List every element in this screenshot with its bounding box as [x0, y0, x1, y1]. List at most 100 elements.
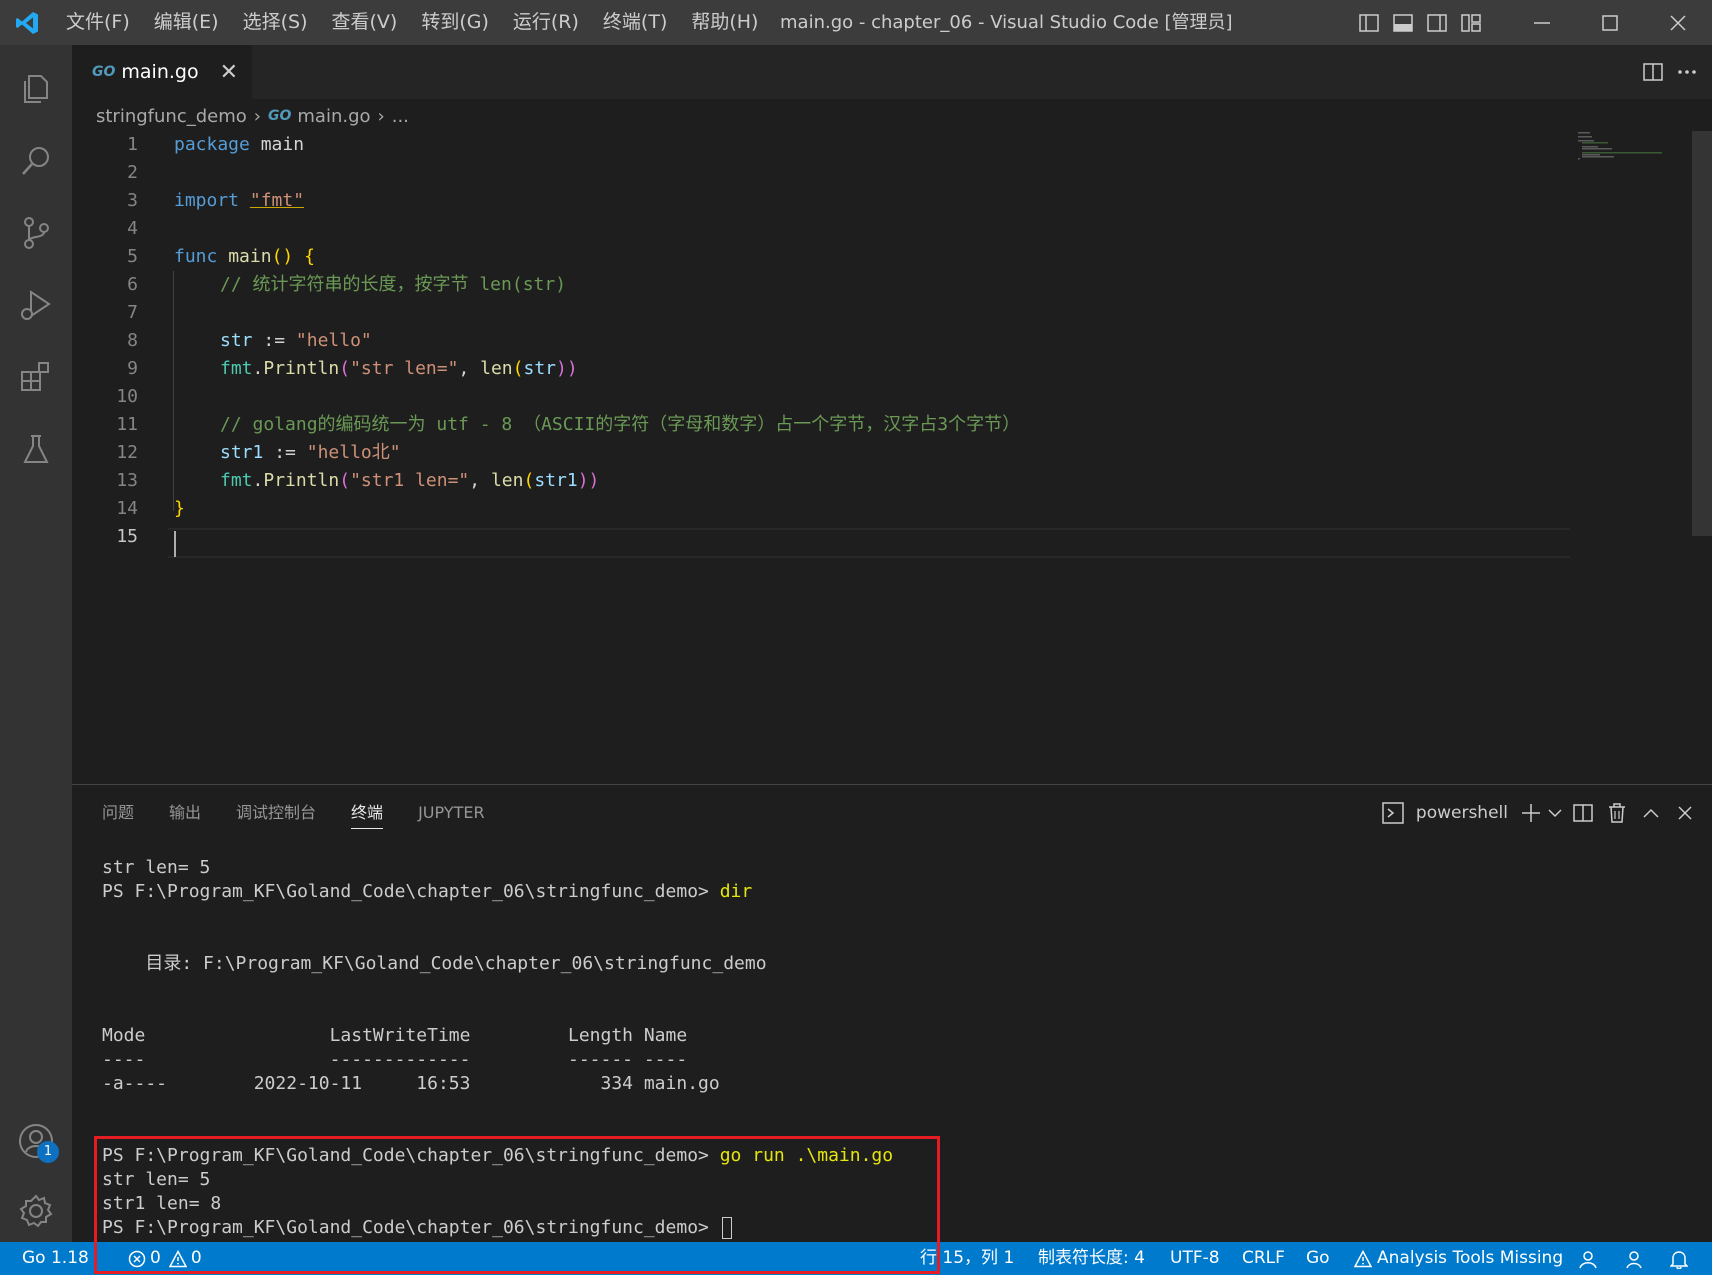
close-panel-icon[interactable]	[1668, 785, 1702, 841]
settings-gear-icon[interactable]	[0, 1175, 72, 1247]
menu-help[interactable]: 帮助(H)	[679, 0, 770, 45]
code-line: str1 := "hello北"	[220, 439, 401, 467]
accounts-icon[interactable]: 1	[0, 1105, 72, 1177]
function-name: len	[490, 470, 524, 491]
editor-actions	[1636, 45, 1712, 99]
menu-file[interactable]: 文件(F)	[54, 0, 142, 45]
warning-icon	[1354, 1249, 1372, 1267]
string: "str1 len="	[350, 470, 470, 491]
analysis-tools-label: Analysis Tools Missing	[1377, 1248, 1564, 1268]
source-control-icon[interactable]	[0, 197, 72, 269]
string: "hello"	[295, 330, 372, 351]
terminal-line: -a---- 2022-10-11 16:53 334 main.go	[102, 1073, 720, 1094]
maximize-panel-chevron-up-icon[interactable]	[1634, 785, 1668, 841]
language-mode[interactable]: Go	[1306, 1242, 1330, 1275]
search-icon[interactable]	[0, 125, 72, 197]
live-share-icon[interactable]	[1578, 1242, 1598, 1275]
keyword: import	[174, 190, 240, 211]
line-number: 8	[127, 330, 138, 351]
toggle-sidebar-icon[interactable]	[1352, 0, 1386, 45]
terminal-line: 目录: F:\Program_KF\Goland_Code\chapter_06…	[102, 953, 767, 974]
chevron-right-icon: ›	[253, 105, 261, 127]
string: "fmt"	[249, 190, 305, 211]
explorer-icon[interactable]	[0, 53, 72, 125]
variable: str1	[534, 470, 578, 491]
panel-tabs: 问题 输出 调试控制台 终端 JUPYTER	[102, 785, 520, 841]
customize-layout-icon[interactable]	[1454, 0, 1488, 45]
function-name: main	[228, 246, 272, 267]
terminal-shell-label[interactable]: powershell	[1416, 803, 1508, 823]
indent-guide	[173, 271, 174, 511]
breadcrumb-more[interactable]: ...	[392, 106, 409, 127]
menu-bar: 文件(F) 编辑(E) 选择(S) 查看(V) 转到(G) 运行(R) 终端(T…	[54, 0, 770, 45]
kill-terminal-trash-icon[interactable]	[1600, 785, 1634, 841]
maximize-button[interactable]	[1576, 0, 1644, 45]
editor-scrollbar[interactable]	[1692, 131, 1712, 536]
eol-status[interactable]: CRLF	[1242, 1242, 1285, 1275]
terminal-line: ---- ------------- ------ ----	[102, 1049, 688, 1070]
line-number: 7	[127, 302, 138, 323]
split-terminal-icon[interactable]	[1566, 785, 1600, 841]
terminal-icon	[1376, 785, 1410, 841]
tab-terminal[interactable]: 终端	[351, 785, 384, 841]
more-actions-icon[interactable]	[1670, 50, 1704, 95]
identifier: main	[260, 134, 305, 155]
menu-terminal[interactable]: 终端(T)	[591, 0, 679, 45]
tab-debug-console[interactable]: 调试控制台	[236, 785, 316, 841]
tab-main-go[interactable]: GO main.go ✕	[72, 45, 252, 99]
text-caret	[174, 531, 176, 557]
brace: {	[304, 246, 315, 267]
comment: // golang的编码统一为 utf - 8 （ASCII的字符（字母和数字）…	[220, 414, 1021, 435]
terminal-line: Mode LastWriteTime Length Name	[102, 1025, 688, 1046]
minimap[interactable]	[1578, 131, 1668, 161]
menu-go[interactable]: 转到(G)	[409, 0, 501, 45]
code-line: func main() {	[174, 243, 315, 271]
tab-size-status[interactable]: 制表符长度: 4	[1038, 1242, 1145, 1275]
go-version-status[interactable]: Go 1.18	[22, 1242, 89, 1275]
terminal-line: str len= 5	[102, 857, 211, 878]
tab-jupyter[interactable]: JUPYTER	[418, 785, 485, 841]
new-terminal-icon[interactable]	[1518, 785, 1544, 841]
editor-tab-bar: GO main.go ✕	[72, 45, 1712, 99]
line-number: 2	[127, 162, 138, 183]
chevron-down-icon[interactable]	[1544, 785, 1566, 841]
tab-output[interactable]: 输出	[169, 785, 201, 841]
analysis-tools-status[interactable]: Analysis Tools Missing	[1354, 1242, 1563, 1275]
paren: ))	[556, 358, 578, 379]
breadcrumb-file[interactable]: main.go	[297, 106, 370, 127]
highlight-annotation-box	[94, 1136, 940, 1274]
window-title: main.go - chapter_06 - Visual Studio Cod…	[780, 12, 1233, 33]
operator: :=	[274, 442, 296, 463]
split-editor-icon[interactable]	[1636, 50, 1670, 95]
parens: ()	[271, 246, 294, 267]
line-number: 12	[116, 442, 138, 463]
toggle-panel-icon[interactable]	[1386, 0, 1420, 45]
encoding-status[interactable]: UTF-8	[1170, 1242, 1220, 1275]
menu-edit[interactable]: 编辑(E)	[142, 0, 231, 45]
toggle-secondary-sidebar-icon[interactable]	[1420, 0, 1454, 45]
menu-selection[interactable]: 选择(S)	[231, 0, 320, 45]
feedback-icon[interactable]	[1624, 1242, 1644, 1275]
comment: // 统计字符串的长度，按字节 len(str)	[220, 274, 567, 295]
minimize-button[interactable]	[1508, 0, 1576, 45]
extensions-icon[interactable]	[0, 341, 72, 413]
testing-icon[interactable]	[0, 413, 72, 485]
line-number: 9	[127, 358, 138, 379]
string: "str len="	[350, 358, 459, 379]
tab-problems[interactable]: 问题	[102, 785, 134, 841]
close-tab-icon[interactable]: ✕	[220, 60, 238, 85]
function-name: len	[480, 358, 513, 379]
comma: ,	[469, 470, 491, 491]
notifications-bell-icon[interactable]	[1670, 1242, 1688, 1275]
line-number: 4	[127, 218, 138, 239]
breadcrumb-folder[interactable]: stringfunc_demo	[96, 106, 247, 127]
close-window-button[interactable]	[1644, 0, 1712, 45]
chevron-right-icon: ›	[377, 105, 385, 127]
menu-run[interactable]: 运行(R)	[501, 0, 591, 45]
paren: (	[339, 358, 351, 379]
menu-view[interactable]: 查看(V)	[320, 0, 410, 45]
vscode-logo-icon	[0, 0, 54, 45]
code-editor[interactable]: 1 package main 2 3 import "fmt" 4 5 func ma…	[72, 131, 1692, 781]
run-debug-icon[interactable]	[0, 269, 72, 341]
line-number: 15	[116, 526, 138, 547]
